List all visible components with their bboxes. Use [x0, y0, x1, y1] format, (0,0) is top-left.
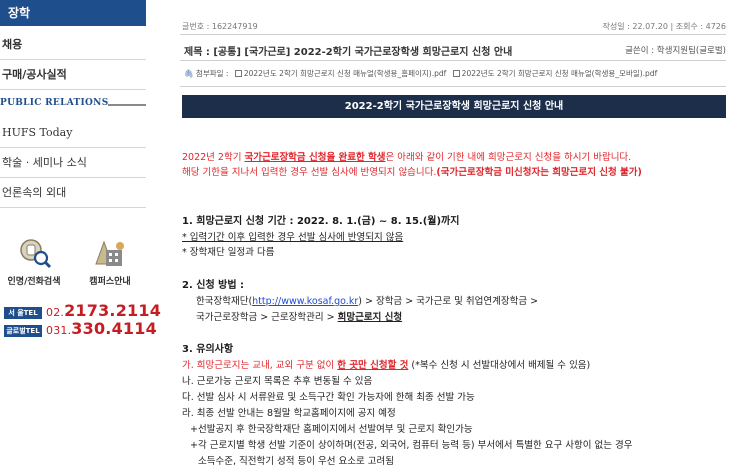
paperclip-icon: 🖇: [184, 69, 194, 78]
item-text: (*복수 신청 시 선발대상에서 배제될 수 있음): [408, 360, 591, 371]
path-text: 한국장학재단(: [196, 296, 253, 307]
tel-badge: 서 울TEL: [4, 307, 42, 319]
intro-emphasis: 국가근로장학금 신청을 완료한 학생: [244, 152, 386, 163]
phone-search-icon: [14, 236, 54, 270]
tel-badge: 글로벌TEL: [4, 325, 42, 337]
section-3-note-2: +각 근로지별 학생 선발 기준이 상이하며(전공, 외국어, 컴퓨터 능력 등…: [190, 440, 633, 451]
quick-link-label: 캠퍼스안내: [89, 277, 131, 287]
attachments: 🖇 첨부파일 : 2022년도 2학기 희망근로지 신청 매뉴얼(학생용_홈페이…: [184, 68, 726, 82]
post-view: 글번호 : 162247919 작성일 : 22.07.20 | 조회수 : 4…: [180, 0, 726, 476]
attach-label: 첨부파일 :: [195, 69, 229, 78]
sidebar-item-hufs-today[interactable]: HUFS Today: [0, 122, 146, 148]
section-3-item-ga: 가. 희망근로지는 교내, 교외 구분 없이 한 곳만 신청할 것 (*복수 신…: [182, 358, 726, 373]
quick-link-campus-map[interactable]: 캠퍼스안내: [80, 236, 140, 287]
section-2-title: 2. 신청 방법 :: [182, 280, 245, 291]
post-id: 글번호 : 162247919: [182, 22, 258, 31]
tel-prefix: 02.: [46, 306, 65, 319]
intro-line-2: 해당 기한을 지나서 입력한 경우 선발 심사에 반영되지 않습니다.(국가근로…: [182, 165, 726, 180]
quick-link-phone-search[interactable]: 인명/전화검색: [4, 236, 64, 287]
attachment-link-1[interactable]: 2022년도 2학기 희망근로지 신청 매뉴얼(학생용_홈페이지).pdf: [244, 69, 446, 78]
section-1-note-1: * 입력기간 이후 입력한 경우 선발 심사에 반영되지 않음: [182, 230, 726, 245]
tel-number: 02.2173.2114: [46, 301, 161, 320]
sidebar-section-label: PUBLIC RELATIONS: [0, 98, 109, 108]
section-rule: [108, 104, 146, 106]
quick-link-label: 인명/전화검색: [7, 277, 61, 287]
intro-emphasis: (국가근로장학금 미신청자는 희망근로지 신청 불가): [436, 167, 642, 178]
tel-digits: 2173.2114: [64, 301, 162, 320]
post-title-row: 제목 : [공통] [국가근로] 2022-2학기 국가근로장학생 희망근로지 …: [180, 40, 726, 58]
post-meta: 글번호 : 162247919 작성일 : 22.07.20 | 조회수 : 4…: [180, 18, 726, 32]
path-text: 국가근로장학금 > 근로장학관리 >: [196, 312, 338, 323]
sidebar-item-purchase[interactable]: 구매/공사실적: [0, 64, 146, 90]
section-3-note-1: +선발공지 후 한국장학재단 홈페이지에서 선발여부 및 근로지 확인가능: [190, 424, 473, 435]
tel-prefix: 031.: [46, 324, 72, 337]
post-author: 글쓴이 : 학생지원팀(글로벌): [625, 46, 726, 56]
intro-text: 해당 기한을 지나서 입력한 경우 선발 심사에 반영되지 않습니다.: [182, 167, 437, 178]
divider: [180, 60, 726, 61]
sidebar-item-recruit[interactable]: 채용: [0, 34, 146, 60]
path-text: ) > 장학금 > 국가근로 및 취업연계장학금 >: [358, 296, 539, 307]
divider: [180, 34, 726, 35]
campus-map-icon: [90, 236, 130, 270]
section-3-item-na: 나. 근로가능 근로지 목록은 추후 변동될 수 있음: [182, 376, 373, 387]
sidebar-item-seminar[interactable]: 학술 · 세미나 소식: [0, 152, 146, 178]
tel-global: 글로벌TEL 031.330.4114: [4, 319, 157, 341]
intro-text: 은 아래와 같이 기한 내에 희망근로지 신청을 하시기 바랍니다.: [385, 152, 632, 163]
sidebar-item-press[interactable]: 언론속의 외대: [0, 182, 146, 208]
file-checkbox[interactable]: [452, 70, 460, 77]
kosaf-link[interactable]: http://www.kosaf.go.kr: [252, 296, 358, 307]
section-3-title: 3. 유의사항: [182, 344, 234, 355]
section-2-path-1: 한국장학재단(http://www.kosaf.go.kr) > 장학금 > 국…: [196, 294, 740, 309]
attachment-link-2[interactable]: 2022년도 2학기 희망근로지 신청 매뉴얼(학생용_모바일).pdf: [462, 69, 658, 78]
intro-text: 2022년 2학기: [182, 152, 245, 163]
path-emphasis: 희망근로지 신청: [337, 312, 403, 323]
sidebar-section-pr: PUBLIC RELATIONS: [0, 98, 146, 112]
item-emphasis: 한 곳만 신청할 것: [337, 360, 409, 371]
post-date-views: 작성일 : 22.07.20 | 조회수 : 4726: [602, 22, 727, 31]
sidebar-item-scholarship[interactable]: 장학: [0, 0, 146, 26]
sidebar: 장학 채용 구매/공사실적 PUBLIC RELATIONS HUFS Toda…: [0, 0, 161, 476]
content-banner: 2022-2학기 국가근로장학생 희망근로지 신청 안내: [182, 95, 726, 118]
section-3-item-ra: 라. 최종 선발 안내는 8월말 학교홈페이지에 공지 예정: [182, 408, 396, 419]
section-3-note-3: 소득수준, 직전학기 성적 등이 우선 요소로 고려됨: [198, 456, 394, 467]
note-text: * 입력기간 이후 입력한 경우 선발 심사에 반영되지 않음: [182, 232, 404, 243]
intro-line-1: 2022년 2학기 국가근로장학금 신청을 완료한 학생은 아래와 같이 기한 …: [182, 150, 726, 165]
item-text: 가. 희망근로지는 교내, 교외 구분 없이: [182, 360, 338, 371]
section-1-title: 1. 희망근로지 신청 기간 : 2022. 8. 1.(금) ~ 8. 15.…: [182, 216, 460, 227]
section-2-path-2: 국가근로장학금 > 근로장학관리 > 희망근로지 신청: [196, 310, 740, 325]
tel-digits: 330.4114: [71, 319, 157, 338]
file-checkbox[interactable]: [234, 70, 242, 77]
divider: [180, 86, 726, 87]
section-3-item-da: 다. 선발 심사 시 서류완료 및 소득구간 확인 가능자에 한해 최종 선발 …: [182, 392, 475, 403]
tel-number: 031.330.4114: [46, 319, 157, 338]
section-1-note-2: * 장학재단 일정과 다름: [182, 247, 275, 258]
post-title: 제목 : [공통] [국가근로] 2022-2학기 국가근로장학생 희망근로지 …: [184, 47, 513, 58]
